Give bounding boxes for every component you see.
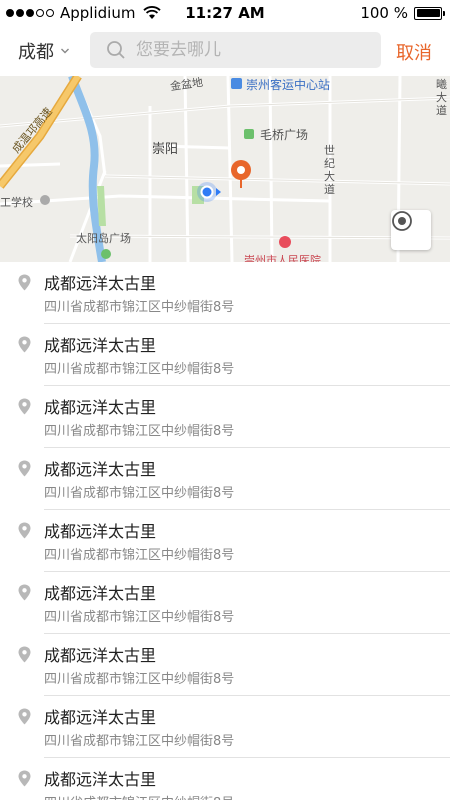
result-name: 成都远洋太古里	[44, 708, 157, 727]
result-name: 成都远洋太古里	[44, 398, 157, 417]
list-item[interactable]: 成都远洋太古里四川省成都市锦江区中纱帽街8号	[0, 634, 450, 696]
location-pin-icon	[18, 646, 31, 663]
map-label-chongyang: 崇阳	[152, 142, 179, 157]
location-pin-icon	[18, 584, 31, 601]
result-name: 成都远洋太古里	[44, 646, 157, 665]
location-pin-icon	[18, 460, 31, 477]
status-bar: Applidium 11:27 AM 100 %	[0, 0, 450, 26]
list-item[interactable]: 成都远洋太古里四川省成都市锦江区中纱帽街8号	[0, 510, 450, 572]
search-header: 成都 取消	[0, 26, 450, 76]
result-address: 四川省成都市锦江区中纱帽街8号	[44, 362, 235, 377]
result-name: 成都远洋太古里	[44, 770, 157, 789]
list-item[interactable]: 成都远洋太古里四川省成都市锦江区中纱帽街8号	[0, 696, 450, 758]
result-address: 四川省成都市锦江区中纱帽街8号	[44, 300, 235, 315]
result-name: 成都远洋太古里	[44, 522, 157, 541]
city-label: 成都	[18, 42, 54, 63]
map-label-hospital: 崇州市人民医院	[244, 254, 321, 262]
battery-percent: 100 %	[360, 4, 408, 22]
map-label-school: 工学校	[0, 196, 33, 209]
result-address: 四川省成都市锦江区中纱帽街8号	[44, 424, 235, 439]
location-pin-icon	[18, 398, 31, 415]
result-name: 成都远洋太古里	[44, 460, 157, 479]
location-pin-icon	[18, 708, 31, 725]
map-label-taiyangdao: 太阳岛广场	[76, 232, 131, 245]
result-address: 四川省成都市锦江区中纱帽街8号	[44, 548, 235, 563]
result-address: 四川省成都市锦江区中纱帽街8号	[44, 486, 235, 501]
result-name: 成都远洋太古里	[44, 336, 157, 355]
result-address: 四川省成都市锦江区中纱帽街8号	[44, 672, 235, 687]
list-item[interactable]: 成都远洋太古里四川省成都市锦江区中纱帽街8号	[0, 262, 450, 324]
map-label-right-avenue: 曦大道	[436, 78, 447, 117]
location-pin-icon	[18, 770, 31, 787]
map-label-maoqiao-square: 毛桥广场	[260, 128, 309, 142]
location-pin-icon	[18, 522, 31, 539]
city-selector[interactable]: 成都	[18, 38, 70, 64]
search-icon	[107, 41, 125, 59]
map-marker-icon	[231, 160, 251, 188]
signal-strength-icon	[6, 9, 54, 17]
location-pin-icon	[18, 274, 31, 291]
result-address: 四川省成都市锦江区中纱帽街8号	[44, 610, 235, 625]
list-item[interactable]: 成都远洋太古里四川省成都市锦江区中纱帽街8号	[0, 448, 450, 510]
list-item[interactable]: 成都远洋太古里四川省成都市锦江区中纱帽街8号	[0, 386, 450, 448]
map-roads	[0, 76, 450, 262]
map-view[interactable]: 崇州客运中心站 金盆地 毛桥广场 崇阳 成温邛高速 工学校 太阳岛广场 世纪大道…	[0, 76, 450, 262]
list-item[interactable]: 成都远洋太古里四川省成都市锦江区中纱帽街8号	[0, 324, 450, 386]
map-label-shiji-avenue: 世纪大道	[324, 144, 335, 196]
carrier-name: Applidium	[60, 4, 136, 22]
search-bar[interactable]	[90, 32, 381, 68]
map-label-bus-station: 崇州客运中心站	[246, 78, 331, 92]
battery-icon	[414, 6, 445, 20]
list-item[interactable]: 成都远洋太古里四川省成都市锦江区中纱帽街8号	[0, 572, 450, 634]
result-name: 成都远洋太古里	[44, 274, 157, 293]
result-address: 四川省成都市锦江区中纱帽街8号	[44, 734, 235, 749]
wifi-icon	[143, 6, 162, 19]
cancel-button[interactable]: 取消	[396, 39, 432, 65]
search-input[interactable]	[136, 40, 356, 60]
results-list: 成都远洋太古里 四川省成都市锦江区中纱帽街8号 成都远洋太古里 四川省成都市锦江区中纱…	[0, 262, 450, 800]
locate-icon	[392, 211, 412, 231]
list-item[interactable]: 成都远洋太古里四川省成都市锦江区中纱帽街8号	[0, 758, 450, 800]
result-name: 成都远洋太古里	[44, 584, 157, 603]
chevron-down-icon	[61, 48, 69, 54]
location-pin-icon	[18, 336, 31, 353]
locate-button[interactable]	[391, 210, 431, 250]
result-address: 四川省成都市锦江区中纱帽街8号	[44, 792, 234, 800]
battery-status: 100 %	[360, 4, 445, 22]
